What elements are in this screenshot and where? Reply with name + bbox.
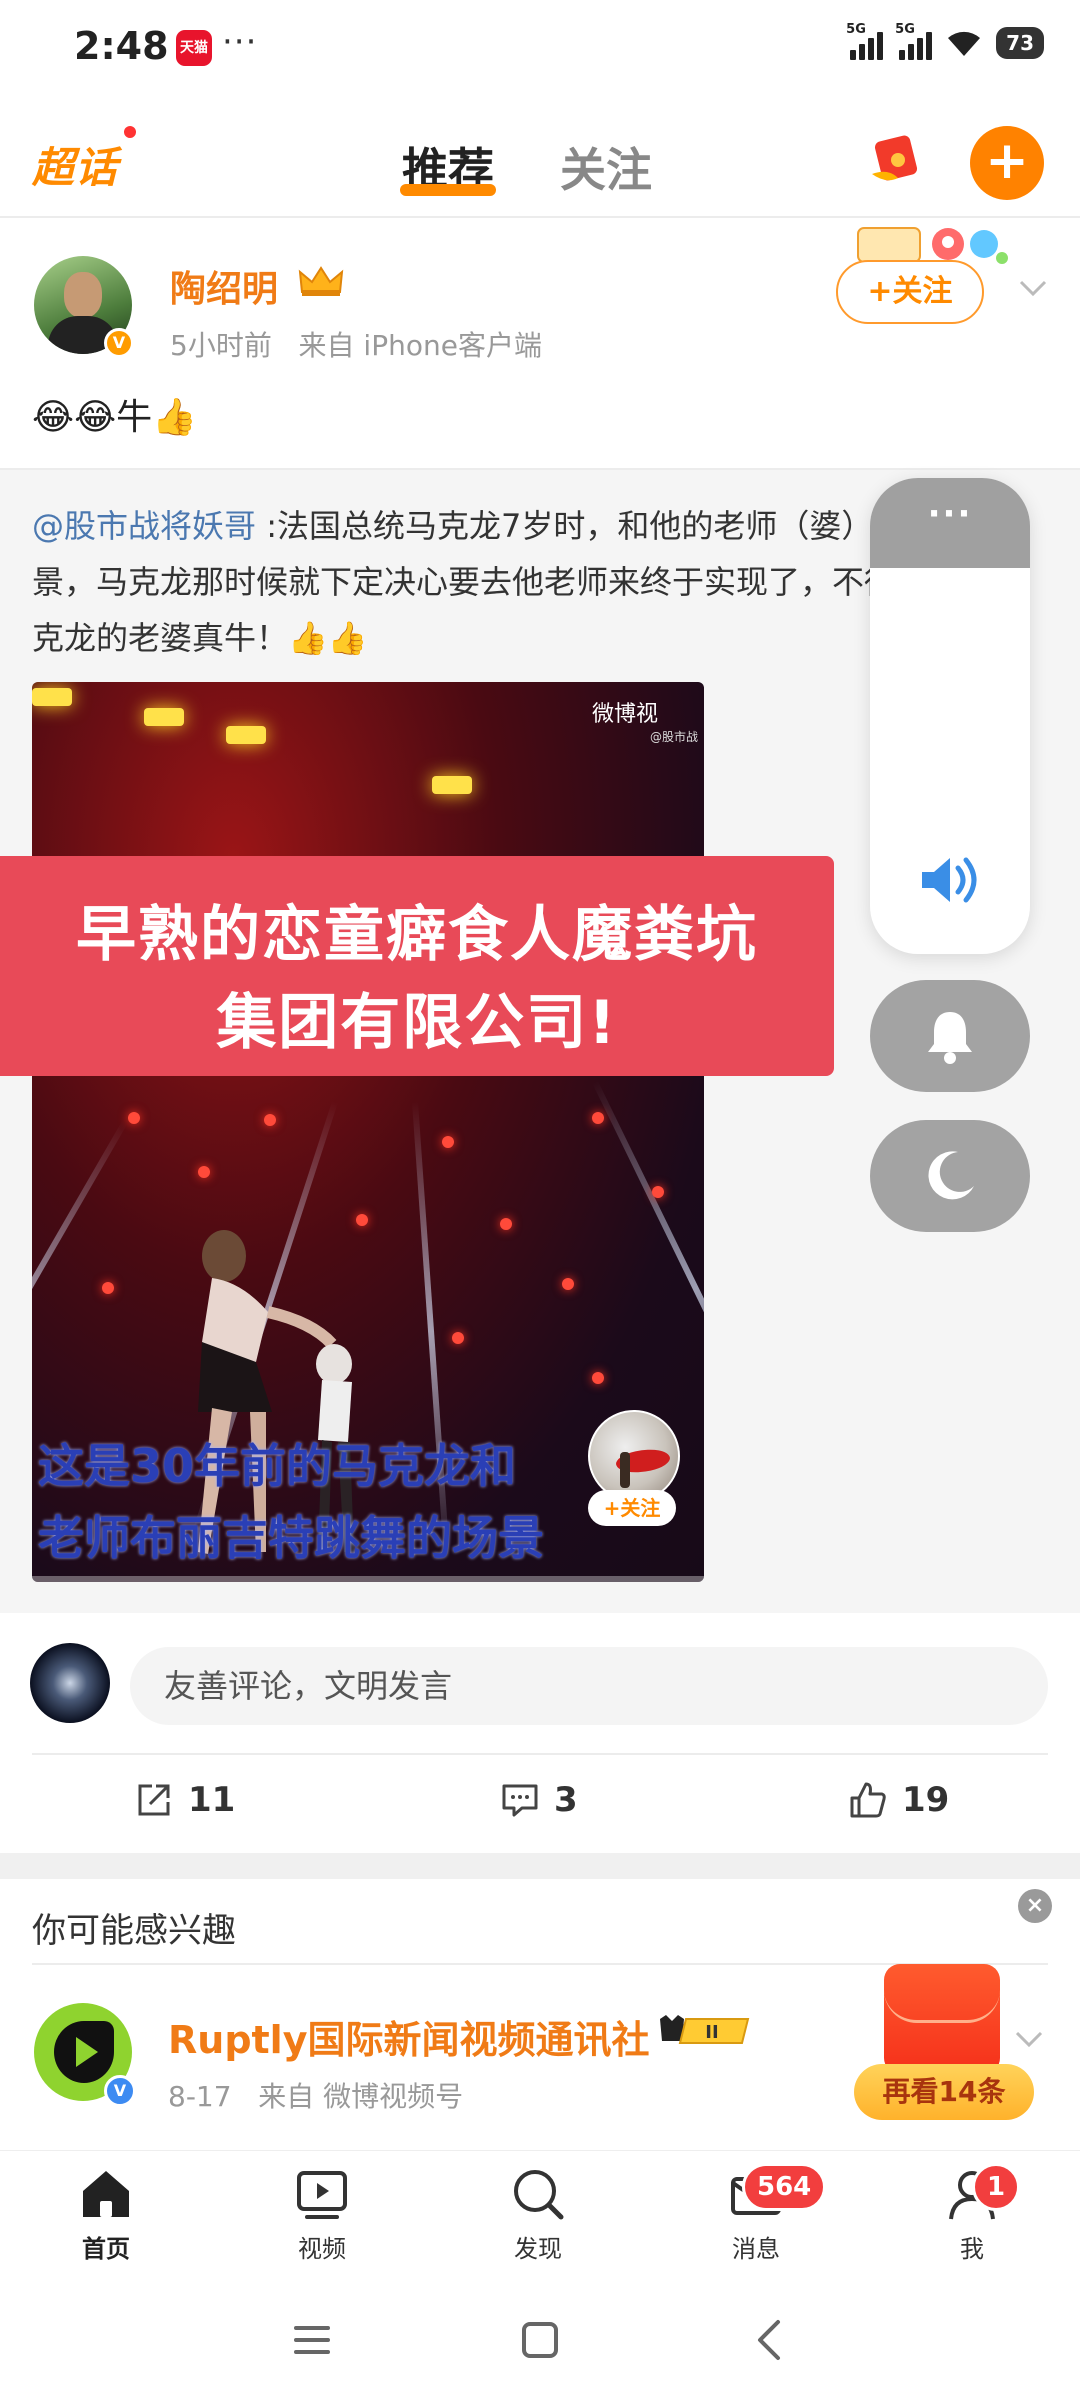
- bottom-tab-bar: 首页 视频 发现 消息 564 我 1: [0, 2150, 1080, 2280]
- video-progress-bar[interactable]: [32, 1576, 704, 1582]
- bell-icon: [928, 1012, 972, 1064]
- video-subtitle-1: 这是30年前的马克龙和: [38, 1439, 517, 1493]
- comment-area: 友善评论，文明发言 11 3 19: [0, 1613, 1080, 1853]
- speaker-icon[interactable]: [916, 850, 986, 910]
- notification-dot: [122, 124, 138, 140]
- status-time: 2:48: [74, 24, 169, 68]
- ring-mode-button[interactable]: [870, 980, 1030, 1092]
- post-time: 5小时前: [170, 329, 272, 362]
- search-icon: [514, 2170, 564, 2220]
- follow-button[interactable]: +关注: [836, 260, 984, 324]
- comment-icon: [502, 1784, 538, 1817]
- battery-indicator: 73: [996, 27, 1044, 59]
- moon-icon: [928, 1151, 974, 1200]
- see-more-red-envelope[interactable]: 再看14条: [854, 1964, 1034, 2128]
- back-icon[interactable]: [746, 2316, 794, 2364]
- tab-home-label: 首页: [82, 2235, 130, 2263]
- see-more-label[interactable]: 再看14条: [854, 2064, 1034, 2120]
- more-icon[interactable]: ···: [870, 494, 1030, 534]
- messages-badge: 564: [742, 2163, 827, 2211]
- video-subtitle-2: 老师布丽吉特跳舞的场景: [38, 1511, 544, 1565]
- comment-button[interactable]: 3: [500, 1765, 578, 1835]
- crown-badge-icon: [298, 266, 344, 296]
- level-badge-icon: II: [660, 2015, 750, 2044]
- banner-line-2: 集团有限公司!: [216, 988, 618, 1058]
- svg-text:II: II: [705, 2022, 718, 2043]
- menu-icon[interactable]: [288, 2316, 336, 2364]
- share-button[interactable]: 11: [134, 1765, 235, 1835]
- home-button-icon[interactable]: [516, 2316, 564, 2364]
- top-nav: 超话 推荐 关注 +: [0, 100, 1080, 218]
- recommended-source: 来自 微博视频号: [258, 2080, 464, 2113]
- tab-me[interactable]: 我 1: [912, 2163, 1032, 2264]
- my-avatar[interactable]: [30, 1643, 110, 1723]
- recommended-meta: 8-17 来自 微博视频号: [168, 2075, 463, 2115]
- create-post-button[interactable]: +: [970, 126, 1044, 200]
- tmall-notification-icon: 天猫: [176, 30, 212, 66]
- video-player[interactable]: 微博视 @股市战 这是30年前的马克龙和 老师布丽吉特跳舞的场景 +关注: [32, 682, 704, 1582]
- tab-messages[interactable]: 消息 564: [696, 2163, 827, 2264]
- tab-discover[interactable]: 发现: [478, 2165, 598, 2264]
- wifi-icon: [948, 31, 981, 56]
- mention-link[interactable]: @股市战将妖哥: [32, 507, 256, 545]
- tab-video-label: 视频: [298, 2235, 346, 2263]
- system-nav-bar: [0, 2280, 1080, 2400]
- active-tab-underline: [400, 184, 496, 196]
- recommended-date: 8-17: [168, 2080, 232, 2113]
- video-icon: [297, 2171, 347, 2219]
- verified-badge-icon: V: [104, 328, 134, 358]
- thumbs-up-icon: [850, 1782, 886, 1818]
- banner-line-1: 早熟的恋童癖食人魔粪坑: [76, 900, 758, 970]
- tab-home[interactable]: 首页: [46, 2165, 166, 2264]
- volume-slider[interactable]: ···: [870, 478, 1030, 954]
- close-icon[interactable]: ×: [1018, 1889, 1052, 1923]
- like-count: 19: [902, 1780, 950, 1820]
- post-source: 来自 iPhone客户端: [298, 329, 542, 362]
- like-button[interactable]: 19: [848, 1765, 949, 1835]
- tab-discover-label: 发现: [514, 2235, 562, 2263]
- divider: [32, 1753, 1048, 1755]
- signal-2-icon: 5G: [895, 22, 933, 60]
- comment-input[interactable]: 友善评论，文明发言: [130, 1647, 1048, 1725]
- recommend-title: 你可能感兴趣: [32, 1911, 236, 1951]
- uploader-follow-button[interactable]: +关注: [588, 1490, 676, 1526]
- supertopic-logo[interactable]: 超话: [32, 134, 118, 195]
- tab-video[interactable]: 视频: [262, 2165, 382, 2264]
- author-name[interactable]: 陶绍明: [170, 260, 278, 312]
- tab-following[interactable]: 关注: [560, 134, 652, 200]
- home-icon: [83, 2171, 129, 2217]
- uploader-avatar[interactable]: [588, 1410, 680, 1502]
- chevron-down-icon[interactable]: [1018, 278, 1048, 298]
- comment-count: 3: [554, 1780, 578, 1820]
- overlay-banner: 早熟的恋童癖食人魔粪坑 集团有限公司!: [0, 856, 834, 1076]
- tab-messages-label: 消息: [732, 2235, 780, 2263]
- verified-badge-icon: V: [104, 2075, 136, 2107]
- section-separator: [0, 1853, 1080, 1879]
- status-bar: 2:48 天猫 ··· 5G 5G 73: [0, 0, 1080, 100]
- video-watermark-sub: @股市战: [650, 730, 699, 744]
- share-icon: [138, 1784, 170, 1816]
- tab-me-label: 我: [960, 2235, 984, 2263]
- post-text: 😂😂牛👍: [32, 397, 197, 438]
- status-icons: 5G 5G 73: [846, 22, 1044, 60]
- signal-1-icon: 5G: [846, 22, 884, 60]
- red-envelope-icon[interactable]: [868, 130, 926, 186]
- more-notifications-icon: ···: [222, 22, 258, 62]
- share-count: 11: [188, 1780, 236, 1820]
- red-envelope-icon: [884, 1964, 1000, 2074]
- do-not-disturb-button[interactable]: [870, 1120, 1030, 1232]
- post-header: V 陶绍明 5小时前 来自 iPhone客户端 +关注 😂😂牛👍: [0, 218, 1080, 468]
- post-meta: 5小时前 来自 iPhone客户端: [170, 324, 542, 364]
- me-badge: 1: [972, 2163, 1020, 2211]
- recommended-account-name[interactable]: Ruptly国际新闻视频通讯社: [168, 2009, 649, 2064]
- video-watermark: 微博视: [592, 702, 659, 727]
